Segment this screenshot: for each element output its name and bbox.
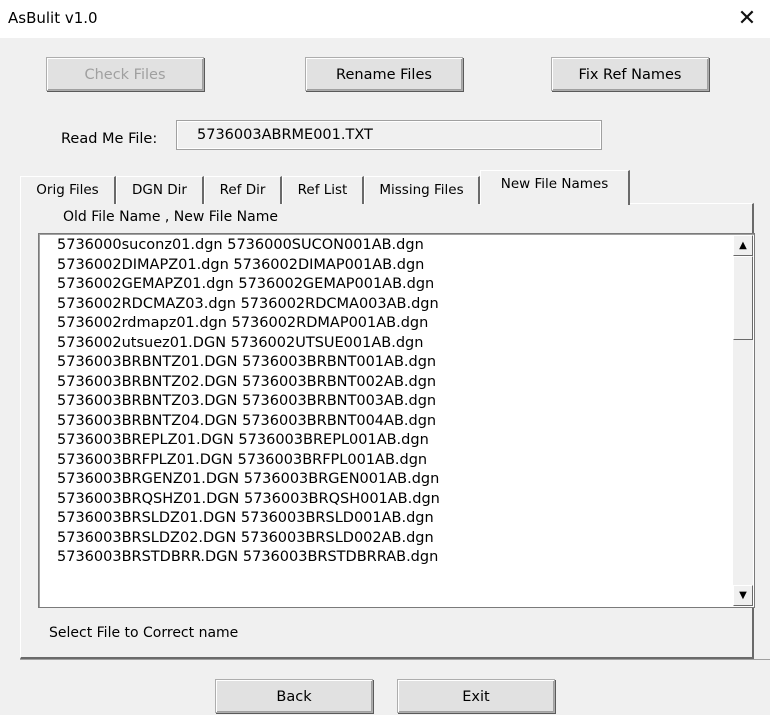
- list-item[interactable]: 5736003BRGENZ01.DGN 5736003BRGEN001AB.dg…: [57, 470, 440, 490]
- fix-ref-names-button[interactable]: Fix Ref Names: [551, 57, 709, 91]
- list-item[interactable]: 5736002RDCMAZ03.dgn 5736002RDCMA003AB.dg…: [57, 295, 440, 315]
- exit-button[interactable]: Exit: [397, 679, 555, 713]
- tab-ref-dir[interactable]: Ref Dir: [204, 176, 282, 204]
- list-item[interactable]: 5736003BREPLZ01.DGN 5736003BREPL001AB.dg…: [57, 431, 440, 451]
- list-item[interactable]: 5736002GEMAPZ01.dgn 5736002GEMAP001AB.dg…: [57, 275, 440, 295]
- list-item[interactable]: 5736003BRSLDZ02.DGN 5736003BRSLD002AB.dg…: [57, 529, 440, 549]
- list-rows: 5736000suconz01.dgn 5736000SUCON001AB.dg…: [57, 236, 440, 568]
- tab-ref-list[interactable]: Ref List: [282, 176, 364, 204]
- tab-orig-files[interactable]: Orig Files: [20, 176, 116, 204]
- list-item[interactable]: 5736003BRBNTZ03.DGN 5736003BRBNT003AB.dg…: [57, 392, 440, 412]
- tab-missing-files[interactable]: Missing Files: [364, 176, 480, 204]
- list-item[interactable]: 5736002utsuez01.DGN 5736002UTSUE001AB.dg…: [57, 334, 440, 354]
- list-item[interactable]: 5736003BRSTDBRR.DGN 5736003BRSTDBRRAB.dg…: [57, 548, 440, 568]
- list-item[interactable]: 5736002rdmapz01.dgn 5736002RDMAP001AB.dg…: [57, 314, 440, 334]
- list-item[interactable]: 5736003BRSLDZ01.DGN 5736003BRSLD001AB.dg…: [57, 509, 440, 529]
- list-item[interactable]: 5736003BRBNTZ01.DGN 5736003BRBNT001AB.dg…: [57, 353, 440, 373]
- window-title: AsBulit v1.0: [8, 9, 98, 27]
- tab-new-file-names[interactable]: New File Names: [480, 170, 630, 205]
- scroll-down-icon[interactable]: ▼: [733, 585, 753, 606]
- readme-file-field[interactable]: 5736003ABRME001.TXT: [176, 120, 602, 150]
- list-item[interactable]: 5736003BRBNTZ02.DGN 5736003BRBNT002AB.dg…: [57, 373, 440, 393]
- divider: [20, 659, 770, 660]
- scrollbar-thumb[interactable]: [733, 256, 753, 340]
- back-button[interactable]: Back: [215, 679, 373, 713]
- list-header: Old File Name , New File Name: [63, 209, 278, 225]
- list-item[interactable]: 5736003BRQSHZ01.DGN 5736003BRQSH001AB.dg…: [57, 490, 440, 510]
- list-item[interactable]: 5736003BRFPLZ01.DGN 5736003BRFPL001AB.dg…: [57, 451, 440, 471]
- scroll-up-icon[interactable]: ▲: [733, 235, 753, 256]
- check-files-button[interactable]: Check Files: [46, 57, 204, 91]
- tab-dgn-dir[interactable]: DGN Dir: [116, 176, 204, 204]
- list-item[interactable]: 5736000suconz01.dgn 5736000SUCON001AB.dg…: [57, 236, 440, 256]
- list-item[interactable]: 5736002DIMAPZ01.dgn 5736002DIMAP001AB.dg…: [57, 256, 440, 276]
- rename-files-button[interactable]: Rename Files: [305, 57, 463, 91]
- file-names-listbox[interactable]: 5736000suconz01.dgn 5736000SUCON001AB.dg…: [38, 233, 755, 608]
- readme-label: Read Me File:: [61, 131, 158, 147]
- vertical-scrollbar[interactable]: ▲ ▼: [733, 235, 753, 606]
- list-item[interactable]: 5736003BRBNTZ04.DGN 5736003BRBNT004AB.dg…: [57, 412, 440, 432]
- close-icon[interactable]: ✕: [724, 0, 770, 38]
- list-footer-status: Select File to Correct name: [49, 625, 239, 641]
- title-bar: AsBulit v1.0 ✕: [0, 0, 770, 38]
